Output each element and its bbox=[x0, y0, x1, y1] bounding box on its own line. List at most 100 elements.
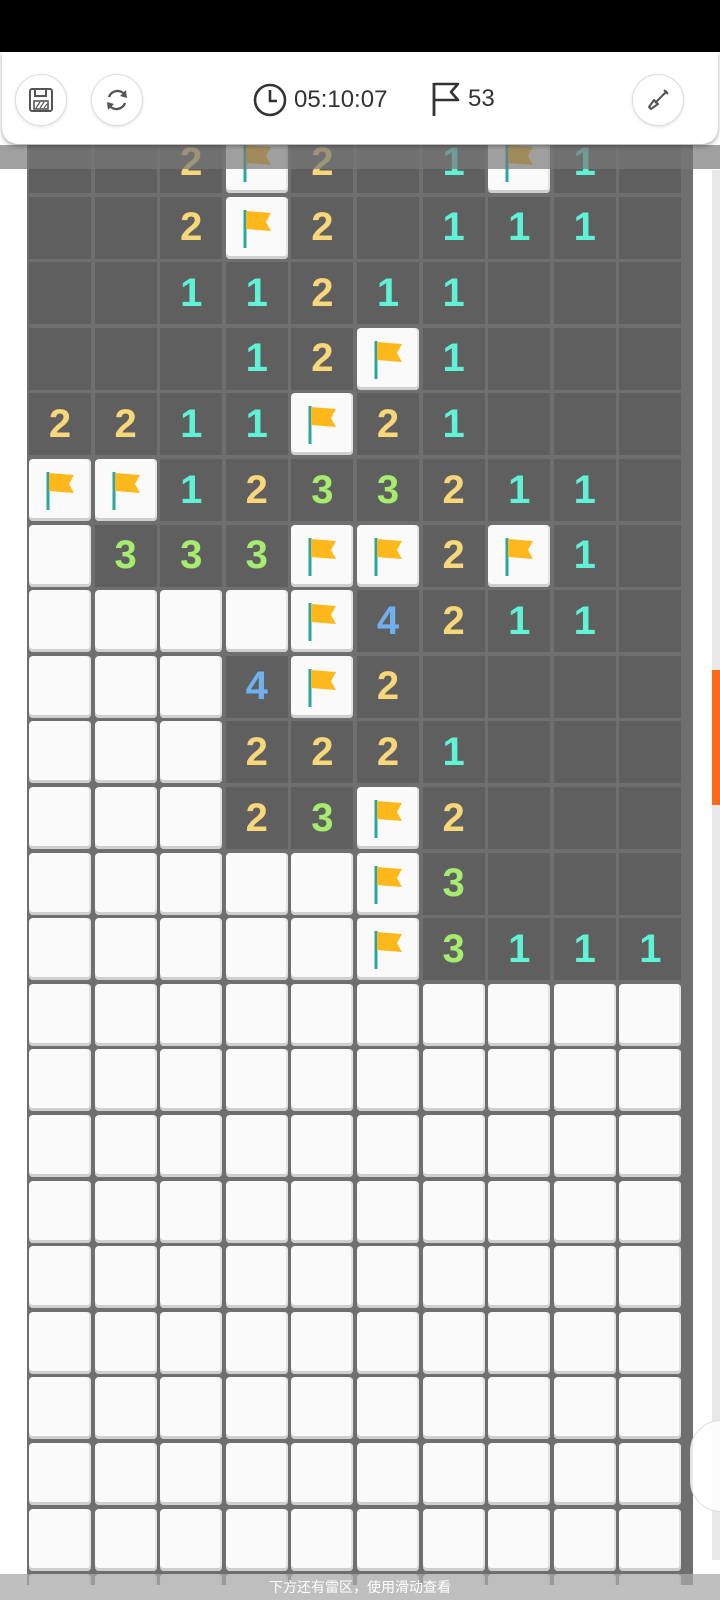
cell-unrevealed[interactable] bbox=[553, 1180, 616, 1243]
cell-unrevealed[interactable] bbox=[422, 1311, 485, 1374]
cell-number[interactable]: 4 bbox=[225, 655, 288, 718]
cell-number[interactable]: 1 bbox=[160, 459, 223, 521]
cell-unrevealed[interactable] bbox=[225, 918, 288, 981]
cell-unrevealed[interactable] bbox=[619, 1508, 682, 1571]
cell-unrevealed[interactable] bbox=[29, 1180, 91, 1243]
cell-unrevealed[interactable] bbox=[94, 590, 157, 653]
cell-unrevealed[interactable] bbox=[94, 1508, 157, 1571]
cell-unrevealed[interactable] bbox=[291, 852, 354, 915]
cell-unrevealed[interactable] bbox=[619, 983, 682, 1046]
cell-unrevealed[interactable] bbox=[422, 1180, 485, 1243]
cell-unrevealed[interactable] bbox=[619, 1377, 682, 1440]
cell-number[interactable]: 1 bbox=[422, 262, 485, 325]
cell-unrevealed[interactable] bbox=[225, 1508, 288, 1571]
cell-number[interactable]: 3 bbox=[422, 918, 485, 981]
cell-number[interactable]: 2 bbox=[357, 721, 419, 784]
cell-unrevealed[interactable] bbox=[94, 1246, 157, 1309]
cell-unrevealed[interactable] bbox=[29, 1311, 91, 1374]
cell-empty[interactable] bbox=[619, 852, 682, 915]
cell-unrevealed[interactable] bbox=[422, 1049, 485, 1112]
cell-unrevealed[interactable] bbox=[422, 983, 485, 1046]
cell-unrevealed[interactable] bbox=[160, 1508, 223, 1571]
cell-empty[interactable] bbox=[619, 262, 682, 325]
cell-empty[interactable] bbox=[619, 459, 682, 521]
cell-empty[interactable] bbox=[553, 393, 616, 456]
cell-number[interactable]: 3 bbox=[357, 459, 419, 521]
cell-empty[interactable] bbox=[619, 655, 682, 718]
cell-unrevealed[interactable] bbox=[291, 1443, 354, 1505]
cell-flagged[interactable] bbox=[357, 524, 419, 587]
cell-unrevealed[interactable] bbox=[94, 1377, 157, 1440]
cell-empty[interactable] bbox=[488, 393, 551, 456]
cell-flagged[interactable] bbox=[291, 655, 354, 718]
cell-unrevealed[interactable] bbox=[29, 983, 91, 1046]
cell-unrevealed[interactable] bbox=[94, 983, 157, 1046]
cell-unrevealed[interactable] bbox=[160, 1049, 223, 1112]
cell-unrevealed[interactable] bbox=[225, 1311, 288, 1374]
cell-unrevealed[interactable] bbox=[225, 1246, 288, 1309]
cell-unrevealed[interactable] bbox=[29, 524, 91, 587]
cell-unrevealed[interactable] bbox=[29, 721, 91, 784]
cell-empty[interactable] bbox=[94, 196, 157, 259]
cell-flagged[interactable] bbox=[488, 524, 551, 587]
cell-unrevealed[interactable] bbox=[488, 1246, 551, 1309]
cell-unrevealed[interactable] bbox=[160, 1180, 223, 1243]
cell-number[interactable]: 2 bbox=[225, 459, 288, 521]
cell-flagged[interactable] bbox=[291, 524, 354, 587]
cell-unrevealed[interactable] bbox=[29, 1443, 91, 1505]
cell-number[interactable]: 1 bbox=[422, 196, 485, 259]
cell-number[interactable]: 2 bbox=[225, 787, 288, 849]
cell-number[interactable]: 1 bbox=[422, 327, 485, 390]
cell-unrevealed[interactable] bbox=[160, 721, 223, 784]
cell-number[interactable]: 1 bbox=[160, 262, 223, 325]
cell-unrevealed[interactable] bbox=[553, 983, 616, 1046]
cell-empty[interactable] bbox=[553, 262, 616, 325]
cell-unrevealed[interactable] bbox=[225, 852, 288, 915]
cell-unrevealed[interactable] bbox=[619, 1311, 682, 1374]
cell-unrevealed[interactable] bbox=[422, 1246, 485, 1309]
cell-number[interactable]: 2 bbox=[422, 590, 485, 653]
cell-empty[interactable] bbox=[553, 327, 616, 390]
cell-unrevealed[interactable] bbox=[160, 1115, 223, 1177]
cell-unrevealed[interactable] bbox=[488, 1377, 551, 1440]
cell-unrevealed[interactable] bbox=[422, 1443, 485, 1505]
cell-unrevealed[interactable] bbox=[29, 1377, 91, 1440]
cell-number[interactable]: 1 bbox=[225, 262, 288, 325]
dig-tool-button[interactable] bbox=[632, 74, 684, 126]
cell-unrevealed[interactable] bbox=[553, 1115, 616, 1177]
cell-unrevealed[interactable] bbox=[94, 918, 157, 981]
cell-number[interactable]: 1 bbox=[553, 524, 616, 587]
cell-unrevealed[interactable] bbox=[291, 1246, 354, 1309]
cell-unrevealed[interactable] bbox=[94, 787, 157, 849]
cell-empty[interactable] bbox=[29, 262, 91, 325]
cell-unrevealed[interactable] bbox=[357, 1115, 419, 1177]
cell-unrevealed[interactable] bbox=[553, 1508, 616, 1571]
scrollbar-thumb[interactable] bbox=[712, 670, 720, 805]
cell-unrevealed[interactable] bbox=[160, 918, 223, 981]
cell-unrevealed[interactable] bbox=[488, 1115, 551, 1177]
cell-number[interactable]: 1 bbox=[553, 459, 616, 521]
cell-unrevealed[interactable] bbox=[29, 852, 91, 915]
cell-number[interactable]: 2 bbox=[357, 655, 419, 718]
cell-number[interactable]: 2 bbox=[291, 196, 354, 259]
cell-empty[interactable] bbox=[619, 327, 682, 390]
cell-unrevealed[interactable] bbox=[357, 1443, 419, 1505]
cell-empty[interactable] bbox=[488, 852, 551, 915]
cell-unrevealed[interactable] bbox=[488, 1508, 551, 1571]
cell-empty[interactable] bbox=[619, 590, 682, 653]
cell-unrevealed[interactable] bbox=[291, 1377, 354, 1440]
cell-flagged[interactable] bbox=[225, 196, 288, 259]
cell-empty[interactable] bbox=[488, 787, 551, 849]
cell-empty[interactable] bbox=[94, 327, 157, 390]
cell-empty[interactable] bbox=[29, 327, 91, 390]
cell-unrevealed[interactable] bbox=[29, 1246, 91, 1309]
cell-unrevealed[interactable] bbox=[488, 983, 551, 1046]
cell-unrevealed[interactable] bbox=[225, 1180, 288, 1243]
cell-unrevealed[interactable] bbox=[29, 655, 91, 718]
cell-empty[interactable] bbox=[553, 787, 616, 849]
cell-number[interactable]: 1 bbox=[619, 918, 682, 981]
cell-number[interactable]: 3 bbox=[94, 524, 157, 587]
cell-number[interactable]: 3 bbox=[291, 787, 354, 849]
cell-unrevealed[interactable] bbox=[619, 1115, 682, 1177]
cell-unrevealed[interactable] bbox=[357, 1246, 419, 1309]
